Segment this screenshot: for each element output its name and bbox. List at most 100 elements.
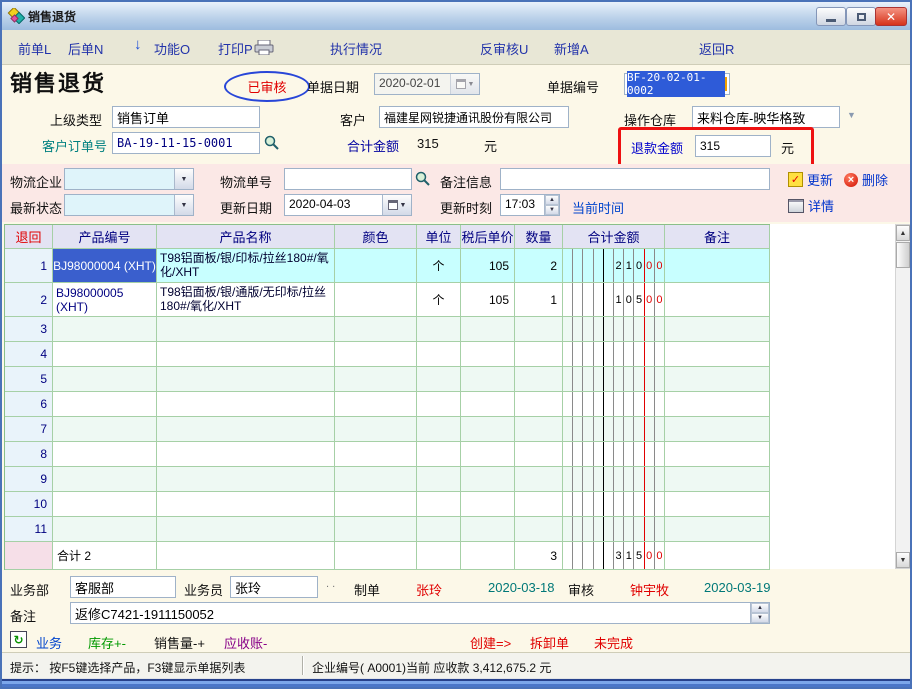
note-cell[interactable]: [665, 283, 770, 317]
amount-cell[interactable]: [563, 492, 665, 517]
product-code-cell[interactable]: [53, 342, 157, 367]
row-number-cell[interactable]: 5: [5, 367, 53, 392]
print-button[interactable]: 打印P: [218, 39, 253, 58]
unit-cell[interactable]: 个: [417, 283, 461, 317]
printer-icon[interactable]: [254, 40, 274, 55]
amount-cell[interactable]: 21000: [563, 249, 665, 283]
functions-button[interactable]: 功能O: [154, 39, 190, 58]
spin-up-icon[interactable]: ▲: [751, 603, 769, 613]
create-link[interactable]: 创建=>: [470, 633, 511, 652]
split-order-link[interactable]: 拆卸单: [530, 633, 569, 652]
product-code-cell[interactable]: [53, 417, 157, 442]
doc-no-input[interactable]: BF-20-02-01-0002: [624, 73, 730, 95]
price-cell[interactable]: [461, 467, 515, 492]
note-cell[interactable]: [665, 492, 770, 517]
chevron-down-icon[interactable]: ▼: [174, 195, 193, 215]
time-spinner[interactable]: ▲▼: [544, 195, 559, 215]
memo-scroll[interactable]: ▲▼: [750, 602, 770, 624]
color-cell[interactable]: [335, 442, 417, 467]
scroll-up-button[interactable]: ▲: [896, 225, 910, 241]
color-cell[interactable]: [335, 392, 417, 417]
amount-cell[interactable]: [563, 517, 665, 542]
product-name-cell[interactable]: [157, 492, 335, 517]
search-icon[interactable]: [264, 135, 279, 150]
sales-qty-link[interactable]: 销售量-+: [154, 633, 205, 652]
qty-cell[interactable]: [515, 342, 563, 367]
add-new-button[interactable]: 新增A: [554, 39, 589, 58]
price-cell[interactable]: [461, 392, 515, 417]
note-cell[interactable]: [665, 342, 770, 367]
product-code-cell[interactable]: [53, 517, 157, 542]
price-cell[interactable]: [461, 492, 515, 517]
price-cell[interactable]: [461, 317, 515, 342]
product-name-cell[interactable]: [157, 342, 335, 367]
warehouse-input[interactable]: [692, 106, 840, 128]
customer-order-input[interactable]: [112, 132, 260, 154]
chevron-down-icon[interactable]: ▼: [174, 169, 193, 189]
row-number-cell[interactable]: 4: [5, 342, 53, 367]
tracking-no-input[interactable]: [284, 168, 412, 190]
parent-type-input[interactable]: [112, 106, 260, 128]
detail-button[interactable]: 详情: [788, 196, 834, 215]
unit-cell[interactable]: [417, 342, 461, 367]
logistics-company-combo[interactable]: ▼: [64, 168, 194, 190]
amount-cell[interactable]: [563, 467, 665, 492]
product-name-cell[interactable]: [157, 317, 335, 342]
unit-cell[interactable]: [417, 467, 461, 492]
product-name-cell[interactable]: T98铝面板/银/印标/拉丝180#/氧化/XHT: [157, 249, 335, 283]
vertical-scrollbar[interactable]: ▲ ▼: [895, 224, 911, 569]
qty-cell[interactable]: [515, 317, 563, 342]
product-code-cell[interactable]: [53, 492, 157, 517]
update-time-spinner[interactable]: 17:03 ▲▼: [500, 194, 560, 216]
refund-amount-input[interactable]: [695, 135, 771, 157]
note-cell[interactable]: [665, 517, 770, 542]
memo-input[interactable]: [70, 602, 752, 624]
unit-cell[interactable]: [417, 392, 461, 417]
amount-cell[interactable]: [563, 392, 665, 417]
qty-cell[interactable]: [515, 392, 563, 417]
unit-cell[interactable]: [417, 317, 461, 342]
product-code-cell[interactable]: [53, 467, 157, 492]
calendar-icon[interactable]: ▼: [382, 195, 411, 215]
color-cell[interactable]: [335, 367, 417, 392]
color-cell[interactable]: [335, 467, 417, 492]
unit-cell[interactable]: [417, 517, 461, 542]
stock-link[interactable]: 库存+-: [88, 633, 126, 652]
product-name-cell[interactable]: T98铝面板/银/通版/无印标/拉丝180#/氧化/XHT: [157, 283, 335, 317]
product-name-cell[interactable]: [157, 367, 335, 392]
product-code-cell[interactable]: [53, 367, 157, 392]
color-cell[interactable]: [335, 342, 417, 367]
price-cell[interactable]: 105: [461, 249, 515, 283]
amount-cell[interactable]: [563, 442, 665, 467]
qty-cell[interactable]: [515, 467, 563, 492]
business-link[interactable]: 业务: [36, 633, 62, 652]
price-cell[interactable]: 105: [461, 283, 515, 317]
product-name-cell[interactable]: [157, 467, 335, 492]
exec-status-button[interactable]: 执行情况: [330, 39, 382, 58]
product-name-cell[interactable]: [157, 442, 335, 467]
unit-cell[interactable]: [417, 367, 461, 392]
calendar-icon[interactable]: ▼: [450, 74, 479, 94]
unaudit-button[interactable]: 反审核U: [480, 39, 528, 58]
search-icon[interactable]: [415, 171, 430, 186]
update-date-combo[interactable]: 2020-04-03 ▼: [284, 194, 412, 216]
qty-cell[interactable]: [515, 517, 563, 542]
row-number-cell[interactable]: 9: [5, 467, 53, 492]
color-cell[interactable]: [335, 283, 417, 317]
amount-cell[interactable]: [563, 317, 665, 342]
unit-cell[interactable]: [417, 417, 461, 442]
scrollbar-thumb[interactable]: [896, 242, 910, 268]
customer-input[interactable]: [379, 106, 569, 128]
amount-cell[interactable]: [563, 367, 665, 392]
spin-down-icon[interactable]: ▼: [751, 613, 769, 623]
row-number-cell[interactable]: 2: [5, 283, 53, 317]
amount-cell[interactable]: [563, 342, 665, 367]
note-cell[interactable]: [665, 417, 770, 442]
unit-cell[interactable]: [417, 442, 461, 467]
product-code-cell[interactable]: BJ98000005 (XHT): [53, 283, 157, 317]
product-name-cell[interactable]: [157, 417, 335, 442]
price-cell[interactable]: [461, 517, 515, 542]
doc-date-combo[interactable]: 2020-02-01 ▼: [374, 73, 480, 95]
qty-cell[interactable]: [515, 492, 563, 517]
row-number-cell[interactable]: 8: [5, 442, 53, 467]
